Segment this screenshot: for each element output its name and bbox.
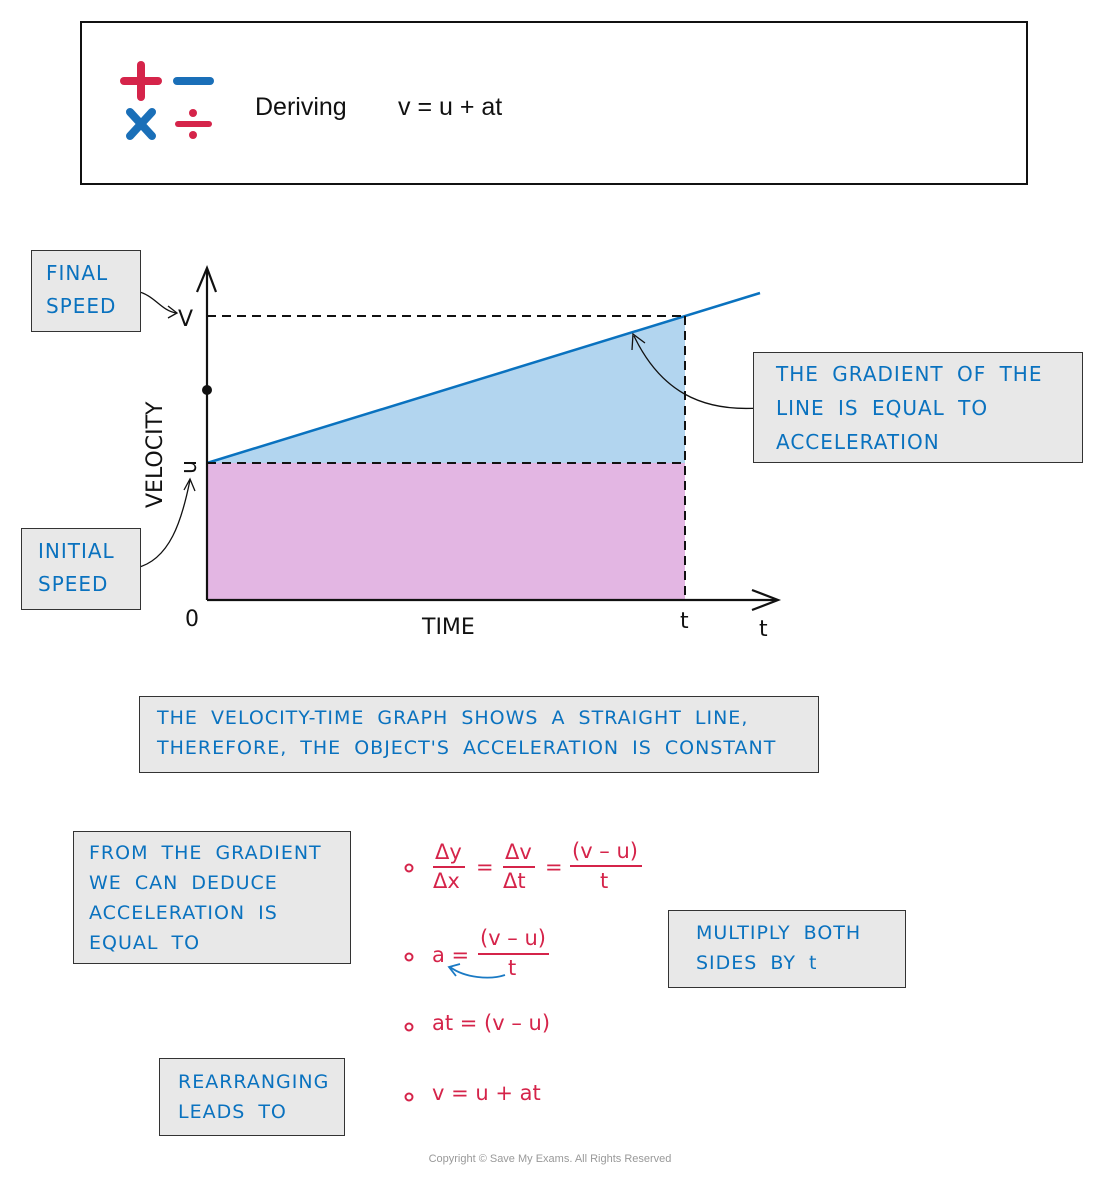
v-label: V xyxy=(178,307,193,332)
note-from-gradient: FROM THE GRADIENT WE CAN DEDUCE ACCELERA… xyxy=(73,831,351,964)
eq1-equals-2: = xyxy=(545,855,563,879)
note-line: REARRANGING xyxy=(178,1071,330,1093)
y-axis-label: VELOCITY xyxy=(143,401,168,508)
eq1-f1d: Δx xyxy=(433,869,460,893)
note-line: INITIAL xyxy=(38,539,115,563)
note-line: ACCELERATION xyxy=(776,430,940,454)
origin-label: 0 xyxy=(185,607,199,632)
math-operators-icon xyxy=(120,61,214,140)
x-axis-label: TIME xyxy=(421,615,475,640)
page: V u VELOCITY 0 TIME t t Deriving v = u +… xyxy=(0,0,1100,1180)
eq1-equals: = xyxy=(476,855,494,879)
note-line: SPEED xyxy=(38,572,109,596)
note-line: SPEED xyxy=(46,294,117,318)
note-line: THEREFORE, THE OBJECT'S ACCELERATION IS … xyxy=(157,737,777,759)
u-label: u xyxy=(177,460,202,474)
t-tick-label: t xyxy=(680,609,689,634)
eq2-num: (v – u) xyxy=(480,926,546,950)
note-gradient: THE GRADIENT OF THE LINE IS EQUAL TO ACC… xyxy=(753,352,1083,463)
note-line: FINAL xyxy=(46,261,109,285)
bullets xyxy=(404,863,414,1102)
header-title: Deriving xyxy=(255,93,347,121)
note-line: ACCELERATION IS xyxy=(89,902,278,924)
copyright: Copyright © Save My Exams. All Rights Re… xyxy=(428,1153,672,1165)
eq4: v = u + at xyxy=(432,1081,541,1105)
note-line: SIDES BY t xyxy=(696,952,818,974)
eq1-f2n: Δv xyxy=(505,840,532,864)
eq2-den: t xyxy=(508,956,517,980)
axis-dot xyxy=(202,385,212,395)
eq1-f1n: Δy xyxy=(435,840,462,864)
note-initial-speed: INITIAL SPEED xyxy=(21,528,141,610)
note-line: THE VELOCITY-TIME GRAPH SHOWS A STRAIGHT… xyxy=(157,707,749,729)
note-line: LEADS TO xyxy=(178,1101,287,1123)
note-line: FROM THE GRADIENT xyxy=(89,842,322,864)
lower-area xyxy=(207,463,685,600)
diagram-canvas: V u VELOCITY 0 TIME t t xyxy=(120,61,782,1102)
t-axis-label: t xyxy=(759,617,768,642)
eq2-lhs: a = xyxy=(432,943,470,967)
eq1-f3d: t xyxy=(600,869,609,893)
note-rearranging: REARRANGING LEADS TO xyxy=(159,1058,345,1136)
note-straight-line: THE VELOCITY-TIME GRAPH SHOWS A STRAIGHT… xyxy=(139,696,819,773)
move-t-arrow xyxy=(449,966,506,979)
note-line: THE GRADIENT OF THE xyxy=(776,362,1043,386)
note-final-speed: FINAL SPEED xyxy=(31,250,141,332)
note-multiply: MULTIPLY BOTH SIDES BY t xyxy=(668,910,906,988)
header-equation: v = u + at xyxy=(398,93,503,121)
eq1-f2d: Δt xyxy=(503,869,526,893)
eq1-f3n: (v – u) xyxy=(572,839,638,863)
note-line: EQUAL TO xyxy=(89,932,201,954)
note-line: MULTIPLY BOTH xyxy=(696,922,862,944)
note-line: WE CAN DEDUCE xyxy=(89,872,278,894)
eq3: at = (v – u) xyxy=(432,1011,551,1035)
note-line: LINE IS EQUAL TO xyxy=(776,396,989,420)
